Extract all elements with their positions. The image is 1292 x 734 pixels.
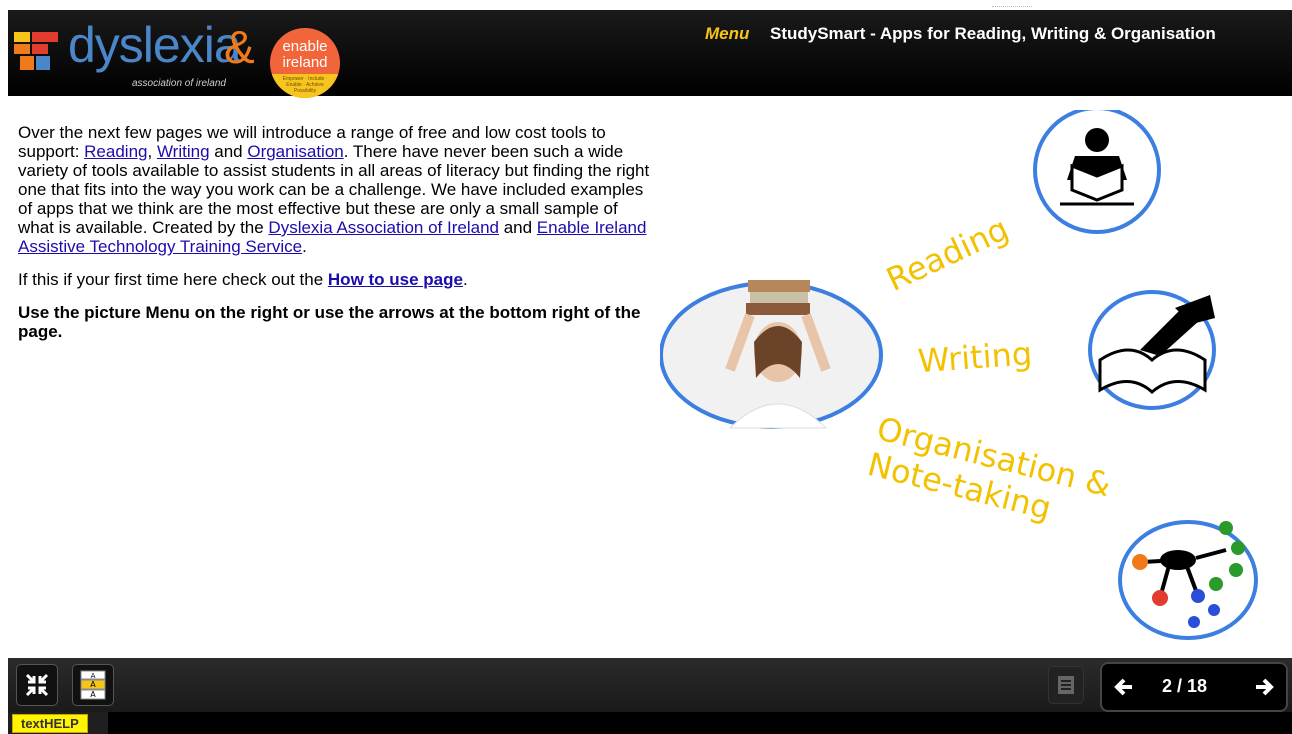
dyslexia-logo-icon — [14, 32, 58, 70]
intro-text: , — [147, 142, 157, 161]
previous-page-button[interactable] — [1106, 668, 1144, 706]
svg-text:A: A — [90, 680, 96, 689]
ireland-word: ireland — [282, 54, 328, 71]
intro-text: and — [209, 142, 248, 161]
site-logo[interactable]: dyslexia association of ireland & enable… — [12, 17, 352, 98]
mindmap-icon[interactable] — [1118, 520, 1258, 640]
bottom-toolbar: A A A 2 / 18 — [8, 658, 1292, 712]
logo-ampersand: & — [224, 21, 255, 73]
page-title: StudySmart - Apps for Reading, Writing &… — [770, 24, 1216, 43]
writing-label[interactable]: Writing — [917, 334, 1034, 380]
readability-button[interactable]: A A A — [72, 664, 114, 706]
strip-marker — [992, 0, 1032, 7]
top-strip — [0, 0, 1292, 10]
organisation-menu-item[interactable]: Organisation & Note-taking — [864, 409, 1258, 640]
writing-link[interactable]: Writing — [157, 142, 210, 161]
intro-paragraph: Over the next few pages we will introduc… — [18, 123, 658, 256]
svg-text:A: A — [90, 690, 96, 699]
writing-icon[interactable] — [1088, 290, 1216, 410]
enable-word: enable — [282, 38, 328, 55]
dyslexia-association-link[interactable]: Dyslexia Association of Ireland — [268, 218, 499, 237]
howto-paragraph: If this if your first time here check ou… — [18, 270, 658, 289]
intro-content: Over the next few pages we will introduc… — [18, 123, 658, 355]
writing-menu-item[interactable]: Writing — [917, 290, 1216, 410]
reading-icon[interactable] — [1033, 110, 1161, 234]
list-icon — [1058, 676, 1074, 694]
next-page-button[interactable] — [1244, 668, 1282, 706]
page-counter: 2 / 18 — [1162, 676, 1208, 696]
svg-text:A: A — [91, 672, 96, 680]
reading-label[interactable]: Reading — [881, 210, 1015, 299]
text-resize-icon: A A A — [80, 670, 106, 700]
instruction-paragraph: Use the picture Menu on the right or use… — [18, 303, 641, 341]
enable-ireland-logo: enable ireland Empower · Include · Enabl… — [270, 28, 340, 98]
menu-link[interactable]: Menu — [705, 24, 749, 44]
collapse-icon — [25, 673, 49, 697]
enable-tagline: Empower · Include · Enable · Achieve Pos… — [282, 76, 328, 94]
picture-menu: Reading Writing Organisation & Note-taki… — [660, 110, 1258, 640]
exit-fullscreen-button[interactable] — [16, 664, 58, 706]
intro-text: and — [498, 218, 537, 237]
student-photo — [660, 280, 883, 429]
page-navigator: 2 / 18 — [1100, 662, 1288, 712]
howto-text: . — [462, 270, 468, 289]
how-to-use-link[interactable]: How to use page — [328, 270, 463, 289]
intro-text: . — [302, 237, 307, 256]
header-banner: dyslexia association of ireland & enable… — [8, 10, 1292, 98]
reading-link[interactable]: Reading — [84, 142, 147, 161]
textHELP-toolbar: textHELP — [8, 712, 108, 734]
textHELP-button[interactable]: textHELP — [12, 714, 88, 733]
howto-text: If this if your first time here check ou… — [18, 270, 328, 289]
logo-wordmark: dyslexia — [68, 17, 242, 73]
logo-subtitle: association of ireland — [132, 78, 226, 89]
table-of-contents-button[interactable] — [1048, 666, 1084, 704]
organisation-link[interactable]: Organisation — [247, 142, 343, 161]
footer-strip — [8, 712, 1292, 734]
reading-menu-item[interactable]: Reading — [881, 110, 1161, 299]
